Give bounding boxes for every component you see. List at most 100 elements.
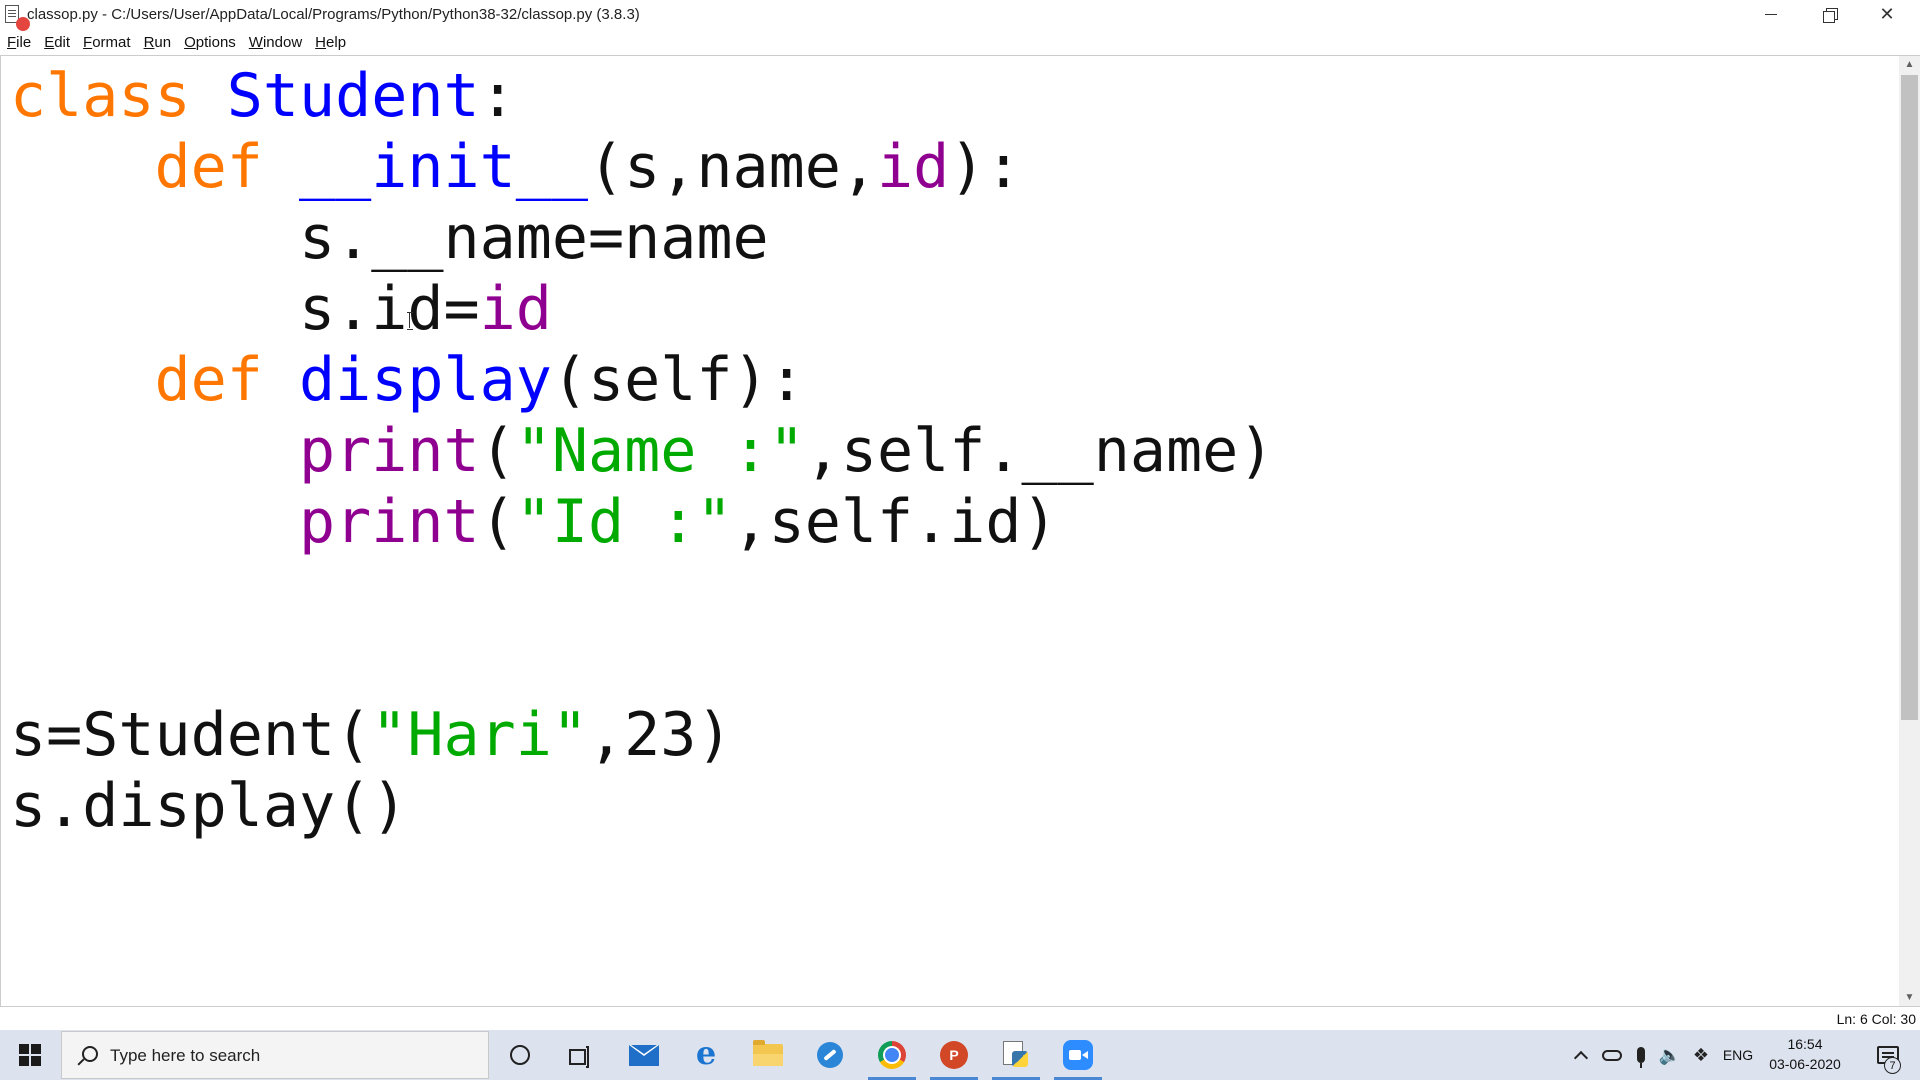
code-token: (self): — [551, 345, 805, 415]
code-line-9[interactable] — [10, 629, 1274, 700]
cortana-button[interactable] — [492, 1030, 548, 1080]
code-line-1[interactable]: class Student: — [10, 61, 1274, 132]
zoom-button[interactable] — [1050, 1030, 1106, 1080]
code-line-11[interactable]: s.display() — [10, 771, 1274, 842]
search-placeholder: Type here to search — [110, 1046, 261, 1065]
code-token: s.display() — [10, 771, 408, 841]
code-token: "Hari" — [371, 700, 588, 770]
edge-button[interactable]: e — [678, 1030, 734, 1080]
menu-file[interactable]: File — [7, 34, 31, 51]
minimize-icon — [1765, 13, 1777, 15]
vertical-scrollbar[interactable]: ▲ ▼ — [1899, 56, 1920, 1006]
code-token: ,23) — [587, 700, 733, 770]
code-token: ( — [479, 416, 516, 486]
text-cursor-icon — [407, 312, 413, 330]
dropbox-button[interactable]: ❖ — [1688, 1030, 1714, 1080]
close-icon: ✕ — [1879, 3, 1895, 24]
clock[interactable]: 16:54 03-06-2020 — [1760, 1034, 1850, 1074]
zoom-icon — [1063, 1040, 1093, 1070]
scroll-up-icon[interactable]: ▲ — [1899, 56, 1920, 73]
code-token: (s,name, — [587, 132, 877, 202]
edge-icon: e — [695, 1034, 717, 1072]
dropbox-icon: ❖ — [1692, 1044, 1710, 1065]
code-token: : — [479, 61, 516, 131]
restore-button[interactable] — [1800, 0, 1858, 28]
clock-date: 03-06-2020 — [1769, 1056, 1841, 1072]
code-token: id — [479, 274, 552, 344]
scroll-thumb[interactable] — [1901, 75, 1918, 720]
menu-edit[interactable]: Edit — [44, 34, 70, 51]
code-line-6[interactable]: print("Name :",self.__name) — [10, 416, 1274, 487]
menu-help[interactable]: Help — [315, 34, 346, 51]
python-idle-button[interactable] — [988, 1030, 1044, 1080]
code-line-3[interactable]: s.__name=name — [10, 203, 1274, 274]
idle-app-icon[interactable] — [4, 5, 30, 31]
onedrive-button[interactable] — [1598, 1030, 1626, 1080]
microphone-button[interactable] — [1630, 1030, 1652, 1080]
file-explorer-icon — [753, 1040, 783, 1066]
search-icon — [76, 1046, 98, 1066]
code-token: "Name :" — [515, 416, 805, 486]
scroll-down-icon[interactable]: ▼ — [1899, 989, 1920, 1006]
cursor-position: Ln: 6 Col: 30 — [1836, 1011, 1916, 1027]
code-text[interactable]: class Student: def __init__(s,name,id): … — [10, 61, 1274, 842]
mail-icon — [629, 1044, 659, 1066]
file-explorer-button[interactable] — [740, 1030, 796, 1080]
menu-format[interactable]: Format — [83, 34, 131, 51]
language-indicator[interactable]: ENG — [1718, 1030, 1758, 1080]
menu-options[interactable]: Options — [184, 34, 236, 51]
taskbar-search-box[interactable]: Type here to search — [61, 1031, 489, 1079]
menu-run[interactable]: Run — [144, 34, 172, 51]
clock-time: 16:54 — [1787, 1036, 1823, 1052]
task-view-button[interactable] — [552, 1030, 608, 1080]
close-button[interactable]: ✕ — [1858, 0, 1916, 28]
menu-window[interactable]: Window — [249, 34, 302, 51]
blue-app-icon — [817, 1042, 843, 1068]
code-token: Student — [226, 61, 480, 131]
restore-icon — [1822, 7, 1838, 23]
code-token: class — [10, 61, 191, 131]
chrome-button[interactable] — [864, 1030, 920, 1080]
show-hidden-icons-button[interactable] — [1568, 1030, 1594, 1080]
code-token: s=Student( — [10, 700, 372, 770]
microphone-icon — [1637, 1047, 1645, 1068]
status-bar: Ln: 6 Col: 30 — [0, 1008, 1920, 1030]
powerpoint-button[interactable]: P — [926, 1030, 982, 1080]
menu-bar: File Edit Format Run Options Window Help — [0, 30, 1920, 54]
windows-logo-icon — [19, 1044, 41, 1066]
code-token: id — [876, 132, 950, 202]
code-line-2[interactable]: def __init__(s,name,id): — [10, 132, 1274, 203]
blue-app-button[interactable] — [802, 1030, 858, 1080]
code-token: print — [298, 416, 480, 486]
code-line-10[interactable]: s=Student("Hari",23) — [10, 700, 1274, 771]
mail-button[interactable] — [616, 1030, 672, 1080]
title-bar: classop.py - C:/Users/User/AppData/Local… — [0, 0, 1920, 31]
start-button[interactable] — [0, 1030, 60, 1080]
cortana-icon — [510, 1045, 530, 1065]
code-editor[interactable]: class Student: def __init__(s,name,id): … — [0, 55, 1920, 1007]
chrome-icon — [878, 1041, 906, 1069]
code-line-7[interactable]: print("Id :",self.id) — [10, 487, 1274, 558]
python-idle-icon — [1003, 1041, 1029, 1069]
code-token: __init__ — [299, 132, 588, 202]
minimize-button[interactable] — [1742, 0, 1800, 28]
chevron-up-icon — [1573, 1050, 1589, 1066]
code-token: ( — [479, 487, 516, 557]
powerpoint-icon: P — [940, 1041, 968, 1069]
cloud-icon — [1602, 1049, 1622, 1061]
code-token: def — [154, 132, 263, 202]
code-line-4[interactable]: s.id=id — [10, 274, 1274, 345]
code-line-5[interactable]: def display(self): — [10, 345, 1274, 416]
code-line-8[interactable] — [10, 558, 1274, 629]
code-token: ,self.id) — [732, 487, 1058, 557]
taskbar: Type here to search e P 🔈 ❖ ENG 16:54 03… — [0, 1030, 1920, 1080]
code-token: ,self.__name) — [804, 416, 1275, 486]
volume-button[interactable]: 🔈 — [1656, 1030, 1684, 1080]
code-token: def — [154, 345, 263, 415]
